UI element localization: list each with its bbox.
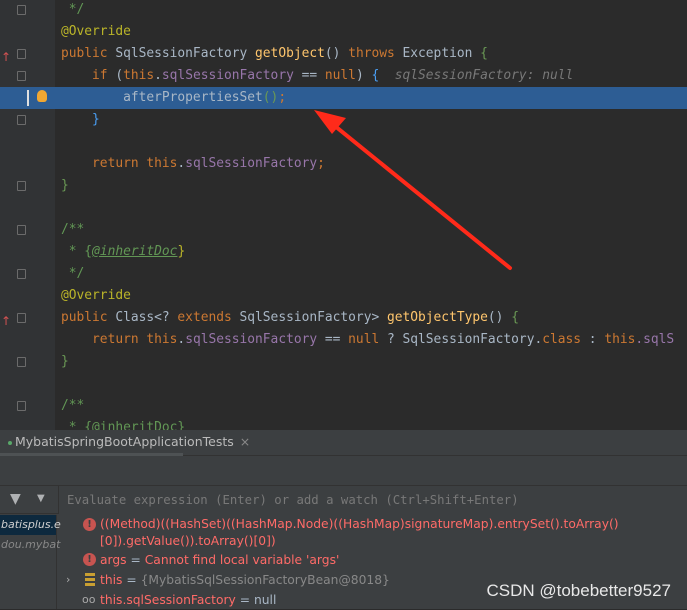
close-icon[interactable]: × xyxy=(240,434,250,449)
variable-name: this xyxy=(100,573,123,587)
expand-chevron-icon[interactable]: › xyxy=(66,570,70,590)
debug-tab-bar: MybatisSpringBootApplicationTests × xyxy=(0,430,687,456)
watch-row: ▼ ▼ Evaluate expression (Enter) or add a… xyxy=(0,486,687,514)
variable-value: Cannot find local variable 'args' xyxy=(144,553,340,567)
tab-debug-session[interactable]: MybatisSpringBootApplicationTests × xyxy=(0,430,250,456)
frame-item[interactable]: dou.mybat xyxy=(0,535,60,555)
annotation-arrow xyxy=(314,110,512,270)
variable-value: null xyxy=(253,593,277,607)
variable-name: this.sqlSessionFactory xyxy=(100,593,236,607)
variable-name: args xyxy=(100,553,127,567)
tab-label: MybatisSpringBootApplicationTests xyxy=(15,434,234,449)
frames-list[interactable]: batisplus.e dou.mybat xyxy=(0,515,61,609)
variable-sep: = xyxy=(122,573,141,587)
error-icon: ! xyxy=(83,553,96,566)
variable-value: {MybatisSqlSessionFactoryBean@8018} xyxy=(140,573,390,587)
error-icon: ! xyxy=(83,518,96,531)
code-editor[interactable]: */@Override ↑ public SqlSessionFactory get… xyxy=(0,0,687,435)
debug-toolbar xyxy=(0,456,687,486)
variable-row[interactable]: ! args = Cannot find local variable 'args… xyxy=(58,550,687,570)
chevron-down-icon[interactable]: ▼ xyxy=(37,493,45,504)
filter-icon[interactable]: ▼ xyxy=(10,491,21,507)
variable-row[interactable]: ! ((Method)((HashSet)((HashMap.Node)((Has… xyxy=(58,515,687,550)
field-icon xyxy=(85,573,95,586)
watch-glasses-icon: oo xyxy=(82,593,96,606)
evaluate-expression-input[interactable]: Evaluate expression (Enter) or add a wat… xyxy=(58,486,687,514)
variable-sep: = xyxy=(235,593,254,607)
variable-name: ((Method)((HashSet)((HashMap.Node)((Hash… xyxy=(100,517,619,548)
variable-sep: = xyxy=(126,553,145,567)
frame-item[interactable]: batisplus.e xyxy=(0,515,61,535)
arrow-shaft xyxy=(328,120,512,270)
debug-panel: MybatisSpringBootApplicationTests × ▼ ▼ E… xyxy=(0,430,687,609)
run-status-icon xyxy=(8,440,12,445)
watermark: CSDN @tobebetter9527 xyxy=(486,581,671,600)
